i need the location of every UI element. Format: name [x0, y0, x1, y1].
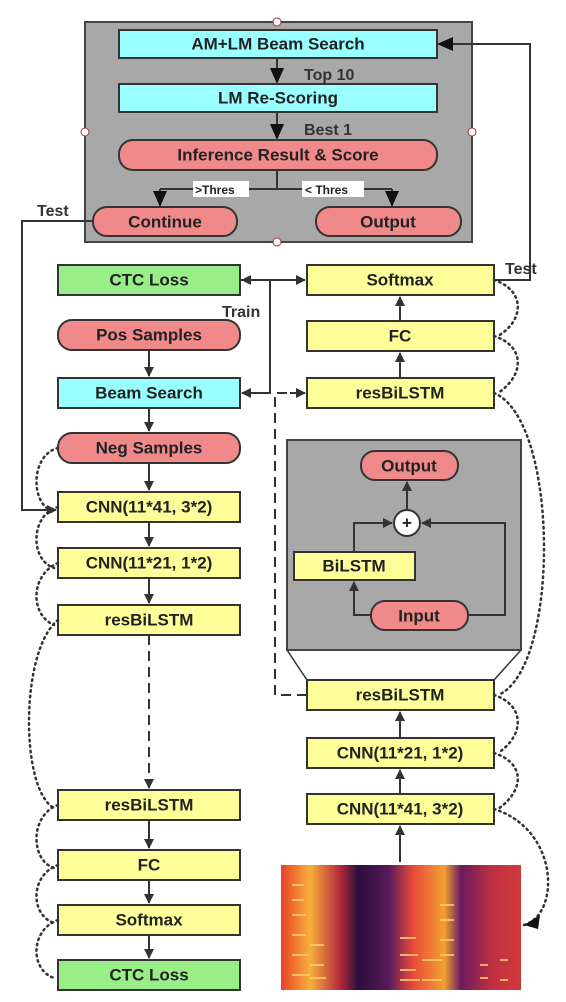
- cnn-2-left-box: CNN(11*21, 1*2): [57, 547, 241, 579]
- lm-rescoring-box: LM Re-Scoring: [118, 83, 438, 113]
- test-label-right: Test: [505, 261, 537, 278]
- gt-thres-label: >Thres: [195, 183, 235, 197]
- label: CNN(11*41, 3*2): [337, 800, 464, 819]
- label: resBiLSTM: [105, 611, 194, 630]
- label: Input: [398, 607, 440, 626]
- fc-right-box: FC: [306, 320, 495, 352]
- label: CNN(11*41, 3*2): [86, 498, 213, 517]
- label: resBiLSTM: [356, 686, 445, 705]
- plus-node: +: [393, 509, 421, 537]
- res-output-box: Output: [360, 450, 459, 481]
- resbilstm-left-2-box: resBiLSTM: [57, 789, 241, 821]
- fc-left-box: FC: [57, 849, 241, 881]
- lt-thres-label: < Thres: [305, 183, 348, 197]
- label: CNN(11*21, 1*2): [337, 744, 464, 763]
- label: CNN(11*21, 1*2): [86, 554, 213, 573]
- plus-icon: +: [402, 514, 412, 533]
- resbilstm-detail-panel: Output + BiLSTM Input: [286, 439, 522, 651]
- inference-panel: AM+LM Beam Search Top 10 LM Re-Scoring B…: [80, 17, 477, 247]
- resbilstm-right-top-box: resBiLSTM: [306, 377, 495, 409]
- pos-samples-box: Pos Samples: [57, 319, 241, 351]
- neg-samples-box: Neg Samples: [57, 432, 241, 464]
- label: FC: [138, 856, 161, 875]
- ctc-loss-bottom-box: CTC Loss: [57, 959, 241, 991]
- label: Softmax: [115, 911, 183, 930]
- softmax-right-box: Softmax: [306, 264, 495, 296]
- label: Pos Samples: [96, 326, 202, 345]
- spectrogram-image: [281, 865, 521, 990]
- output-box: Output: [315, 206, 462, 237]
- ctc-loss-top-box: CTC Loss: [57, 264, 241, 296]
- left-column: CTC Loss Pos Samples Beam Search Neg Sam…: [27, 264, 241, 991]
- label: Softmax: [366, 271, 434, 290]
- label: resBiLSTM: [356, 384, 445, 403]
- inference-result-box: Inference Result & Score: [118, 139, 438, 171]
- continue-box: Continue: [92, 206, 238, 237]
- cnn-1-left-box: CNN(11*41, 3*2): [57, 491, 241, 523]
- label: FC: [389, 327, 412, 346]
- diagram: AM+LM Beam Search Top 10 LM Re-Scoring B…: [21, 17, 550, 991]
- label: Continue: [128, 213, 202, 232]
- label: CTC Loss: [109, 966, 188, 985]
- label: Neg Samples: [96, 439, 203, 458]
- top10-label: Top 10: [304, 67, 354, 84]
- softmax-left-box: Softmax: [57, 904, 241, 936]
- train-label: Train: [222, 304, 260, 321]
- beam-search-box: Beam Search: [57, 377, 241, 409]
- best1-label: Best 1: [304, 122, 352, 139]
- label: Output: [360, 213, 416, 232]
- cnn-2-right-box: CNN(11*21, 1*2): [306, 737, 495, 769]
- label: LM Re-Scoring: [218, 89, 338, 108]
- am-lm-beam-search-box: AM+LM Beam Search: [118, 29, 438, 59]
- label: AM+LM Beam Search: [191, 35, 364, 54]
- label: BiLSTM: [322, 557, 385, 576]
- resbilstm-right-bottom-box: resBiLSTM: [306, 679, 495, 711]
- res-bilstm-box: BiLSTM: [293, 551, 416, 581]
- label: Beam Search: [95, 384, 203, 403]
- res-input-box: Input: [370, 600, 469, 631]
- label: CTC Loss: [109, 271, 188, 290]
- resbilstm-left-1-box: resBiLSTM: [57, 604, 241, 636]
- label: Output: [381, 457, 437, 476]
- test-label-left: Test: [37, 203, 69, 220]
- right-column: Softmax FC resBiLSTM resBiLSTM CNN(11*21…: [286, 264, 550, 929]
- label: resBiLSTM: [105, 796, 194, 815]
- label: Inference Result & Score: [177, 146, 378, 165]
- cnn-1-right-box: CNN(11*41, 3*2): [306, 793, 495, 825]
